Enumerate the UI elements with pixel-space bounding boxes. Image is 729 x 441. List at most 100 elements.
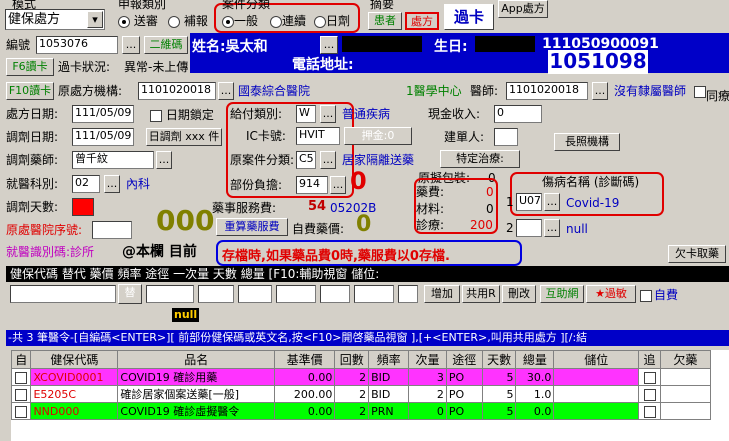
freq-input[interactable] xyxy=(198,285,234,303)
pharmacist-input[interactable]: 曾千紋 xyxy=(72,151,154,169)
pay-type-lookup[interactable]: ... xyxy=(320,105,336,123)
deposit-button[interactable]: 押金:0 xyxy=(344,127,412,145)
pay-type-input[interactable]: W xyxy=(296,105,316,123)
table-cell: 2 xyxy=(408,385,447,403)
location-input[interactable] xyxy=(398,285,418,303)
org-code-input[interactable]: 1101020018 xyxy=(138,82,216,100)
qr-code-button[interactable]: 二維碼 xyxy=(144,36,188,54)
id-input[interactable]: 1053076 xyxy=(36,36,118,54)
orig-hospital-seq-input[interactable] xyxy=(92,221,132,239)
diag1-name: Covid-19 xyxy=(566,196,620,210)
table-row[interactable]: XCOVID0001 COVID19 確診用藥 0.00 2 BID 3 PO 5 30.0 xyxy=(11,368,712,386)
column-header: 追 xyxy=(638,350,661,369)
case-radio-general[interactable]: 一般 xyxy=(222,12,258,29)
pay-type-name: 普通疾病 xyxy=(342,107,391,121)
dept-lookup-button[interactable]: ... xyxy=(104,175,120,193)
doctor-code-input[interactable]: 1101020018 xyxy=(506,82,588,100)
patient-button[interactable]: 患者 xyxy=(368,12,402,30)
f6-read-card-button[interactable]: F6讀卡 xyxy=(6,58,54,76)
route-input[interactable] xyxy=(238,285,272,303)
id-label: 編號 xyxy=(6,38,31,52)
pharmacist-label: 調劑藥師: xyxy=(6,153,59,167)
rx-date-input[interactable]: 111/05/09 xyxy=(72,105,134,123)
checkbox-icon[interactable] xyxy=(15,388,28,401)
doctor-lookup-button[interactable]: ... xyxy=(592,82,608,100)
column-header: 基準價 xyxy=(273,350,336,369)
table-cell: PO xyxy=(445,368,483,386)
table-cell xyxy=(553,402,640,420)
patient-name-lookup[interactable]: ... xyxy=(320,36,338,54)
date-lock-checkbox[interactable]: 日期鎖定 xyxy=(150,107,214,123)
mutual-aid-button[interactable]: 互助網 xyxy=(540,285,584,303)
case-radio-continuous[interactable]: 連續 xyxy=(270,12,306,29)
dept-code-input[interactable]: 02 xyxy=(72,175,100,193)
f10-read-card-button[interactable]: F10讀卡 xyxy=(6,82,54,100)
self-pay-checkbox[interactable] xyxy=(640,288,652,302)
mode-dropdown-button[interactable]: ▾ xyxy=(87,11,103,28)
delete-edit-button[interactable]: 刪改 xyxy=(502,285,536,303)
column-header: 自 xyxy=(11,350,32,369)
card-pass-button[interactable]: 過卡 xyxy=(444,4,494,30)
diag1-lookup[interactable]: ... xyxy=(544,193,560,211)
diag2-name: null xyxy=(566,222,588,236)
app-prescription-button[interactable]: App處方 xyxy=(498,0,548,18)
checkbox-icon[interactable] xyxy=(15,405,28,418)
dept-name: 內科 xyxy=(126,177,151,191)
table-row[interactable]: E5205C 確診居家個案送藥[一般] 200.00 2 BID 2 PO 5 1.0 xyxy=(11,385,712,403)
disp-date-input[interactable]: 111/05/09 xyxy=(72,128,134,146)
checkbox-icon[interactable] xyxy=(643,388,656,401)
table-cell: 5 xyxy=(481,368,517,386)
prescription-button[interactable]: 處方 xyxy=(405,12,439,30)
doctor-label: 醫師: xyxy=(470,84,499,98)
diag1-code-input[interactable]: U071 xyxy=(516,193,542,211)
same-therapy-checkbox[interactable] xyxy=(694,84,706,98)
add-button[interactable]: 增加 xyxy=(424,285,460,303)
cash-input[interactable]: 0 xyxy=(494,105,542,123)
orig-case-lookup[interactable]: ... xyxy=(320,151,336,169)
pharmacist-lookup-button[interactable]: ... xyxy=(156,151,172,169)
copay-lookup[interactable]: ... xyxy=(330,176,346,194)
builder-input[interactable] xyxy=(494,128,518,146)
recalc-fee-button[interactable]: 重算藥服費 xyxy=(216,218,288,236)
notice-message: 存檔時,如果藥品費0時,藥服費以0存檔. xyxy=(222,249,450,264)
org-lookup-button[interactable]: ... xyxy=(218,82,234,100)
claim-radio-supplement[interactable]: 補報 xyxy=(168,12,208,29)
days-count-input[interactable] xyxy=(320,285,350,303)
alt-drug-button[interactable]: 替 xyxy=(118,284,142,304)
checkbox-icon[interactable] xyxy=(643,405,656,418)
claim-radio-send[interactable]: 送審 xyxy=(118,12,158,29)
days-input[interactable]: 5 xyxy=(72,198,94,216)
diag-fee-label: 診療: xyxy=(416,218,445,232)
table-cell xyxy=(659,385,712,403)
ic-card-input[interactable]: HVIT xyxy=(296,127,340,145)
table-cell: PO xyxy=(445,402,483,420)
diag2-lookup[interactable]: ... xyxy=(544,219,560,237)
checkbox-icon[interactable] xyxy=(15,371,28,384)
diag2-code-input[interactable] xyxy=(516,219,542,237)
table-cell xyxy=(638,402,661,420)
long-term-care-button[interactable]: 長照機構 xyxy=(554,133,620,151)
orig-case-input[interactable]: C5 xyxy=(296,151,316,169)
special-treatment-button[interactable]: 特定治療: xyxy=(440,150,520,168)
shared-rx-button[interactable]: 共用R xyxy=(462,285,500,303)
column-header: 欠藥 xyxy=(659,350,712,369)
daily-disp-count-button[interactable]: 日調劑 xxx 件 xyxy=(146,128,222,146)
case-radio-daily[interactable]: 日劑 xyxy=(314,12,350,29)
allergy-button[interactable]: ★過敏 xyxy=(586,285,636,303)
price-input[interactable] xyxy=(146,285,194,303)
table-row[interactable]: NND000 COVID19 確診虛擬醫令 0.00 2 PRN 0 PO 5 0.0 xyxy=(11,402,712,420)
id-lookup-button[interactable]: ... xyxy=(122,36,140,54)
dose-input[interactable] xyxy=(276,285,316,303)
copay-code-input[interactable]: 914 xyxy=(296,176,328,194)
radio-icon xyxy=(222,15,234,28)
card-fail-pickup-button[interactable]: 欠卡取藥 xyxy=(668,245,726,263)
total-input[interactable] xyxy=(354,285,394,303)
drug-code-input[interactable] xyxy=(10,285,116,303)
org-label: 原處方機構: xyxy=(58,84,123,98)
radio-icon xyxy=(314,15,326,28)
same-therapy-label: 同療 xyxy=(706,89,729,103)
column-header: 儲位 xyxy=(553,350,640,369)
checkbox-icon[interactable] xyxy=(643,371,656,384)
table-cell: 200.00 xyxy=(273,385,336,403)
checkbox-icon xyxy=(640,289,652,302)
